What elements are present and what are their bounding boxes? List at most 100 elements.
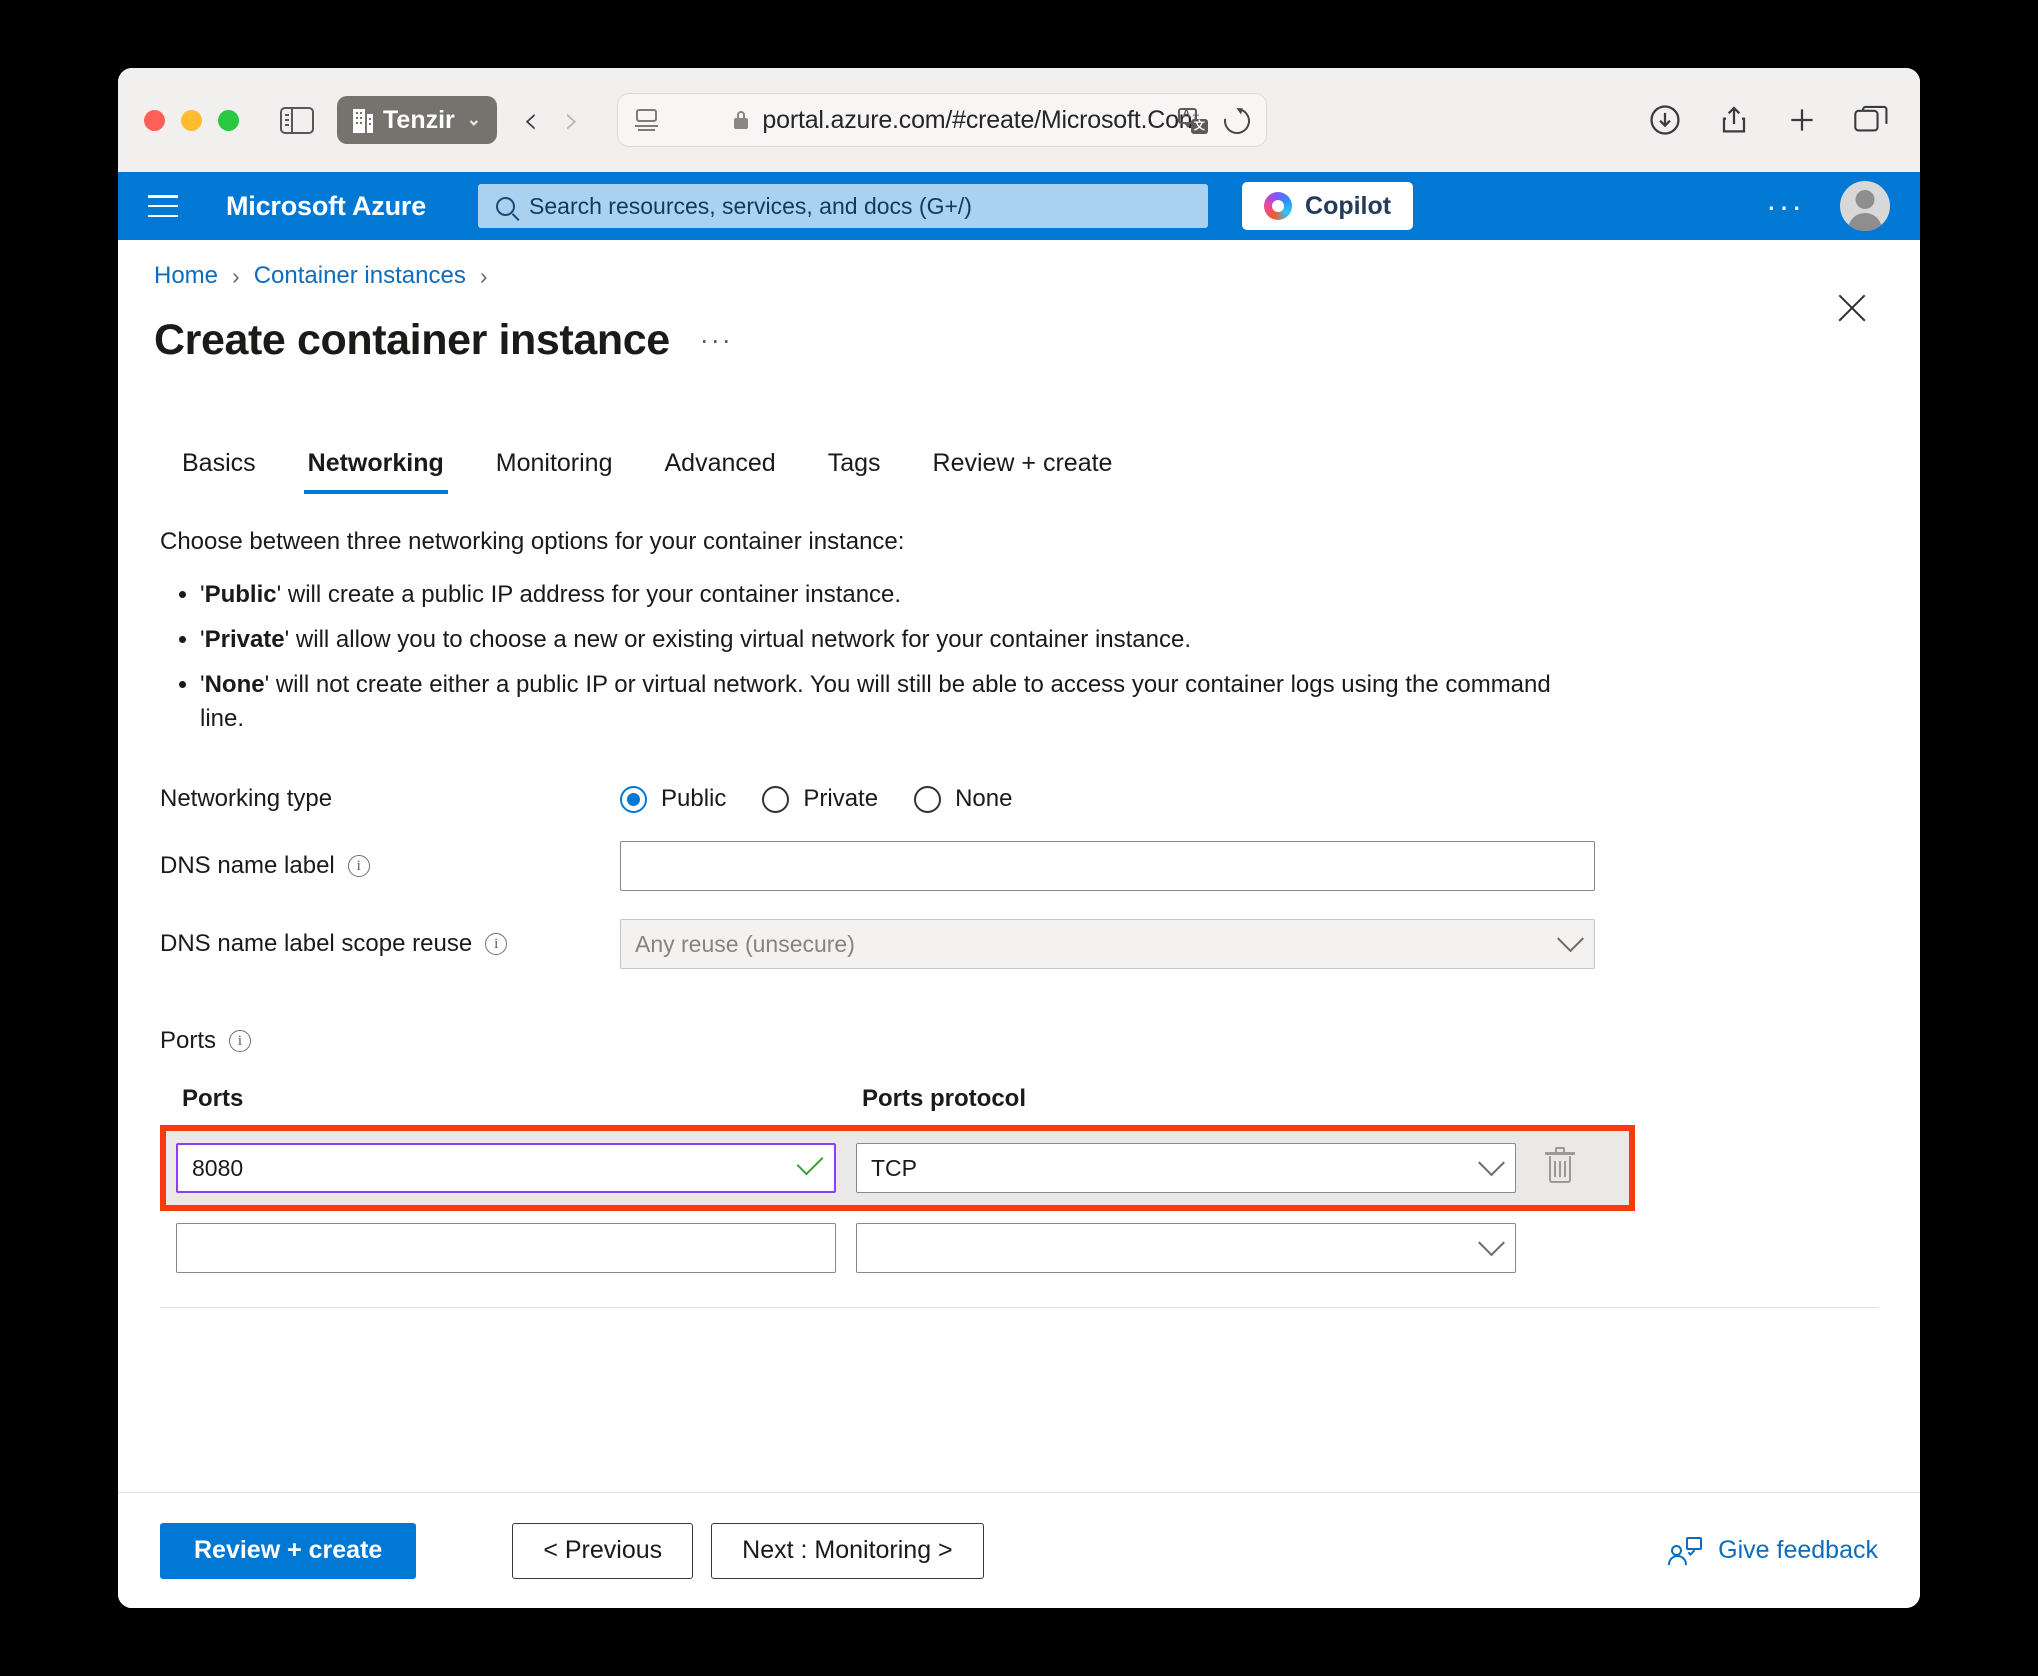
translate-icon[interactable]: A文 <box>1178 108 1209 134</box>
minimize-window-button[interactable] <box>181 109 202 131</box>
info-icon[interactable]: i <box>347 855 370 878</box>
column-header-ports-protocol: Ports protocol <box>862 1085 1027 1113</box>
download-icon[interactable] <box>1648 103 1682 137</box>
breadcrumb-item-home[interactable]: Home <box>154 262 218 290</box>
ports-row-highlight-box: TCP <box>160 1125 1635 1212</box>
copilot-button[interactable]: Copilot <box>1242 182 1414 230</box>
dns-scope-reuse-value: Any reuse (unsecure) <box>635 930 855 957</box>
radio-private[interactable] <box>762 785 790 813</box>
list-item: 'Public' will create a public IP address… <box>200 578 1570 612</box>
window-controls <box>144 109 239 131</box>
browser-toolbar: Tenzir ⌄ ‹ › portal.azure.com/#create/Mi… <box>118 68 1920 172</box>
delete-port-button-0[interactable] <box>1530 1147 1590 1184</box>
intro-text: Choose between three networking options … <box>160 528 905 555</box>
divider <box>160 1307 1878 1309</box>
previous-button[interactable]: < Previous <box>512 1522 694 1579</box>
lock-icon <box>734 111 749 129</box>
feedback-icon <box>1668 1536 1703 1565</box>
table-row: TCP <box>166 1131 1629 1206</box>
ports-section: Ports i Ports Ports protocol TCP <box>118 997 1920 1309</box>
give-feedback-label: Give feedback <box>1718 1536 1878 1564</box>
back-button[interactable]: ‹ <box>523 101 538 139</box>
chevron-down-icon <box>1557 925 1584 953</box>
avatar[interactable] <box>1840 181 1890 231</box>
port-protocol-select-0[interactable]: TCP <box>856 1143 1516 1194</box>
radio-option-private[interactable]: Private <box>762 785 878 813</box>
networking-type-row: Networking type Public Private None <box>160 785 1920 813</box>
tab-basics[interactable]: Basics <box>160 449 282 494</box>
dns-name-label-input[interactable] <box>620 841 1595 892</box>
ports-table-header: Ports Ports protocol <box>160 1085 1920 1113</box>
tab-advanced[interactable]: Advanced <box>639 449 802 494</box>
tab-monitoring[interactable]: Monitoring <box>470 449 639 494</box>
chevron-down-icon <box>1478 1229 1505 1257</box>
url-text: portal.azure.com/#create/Microsoft.Cont <box>762 105 1199 134</box>
blade-content: Home › Container instances › Create cont… <box>118 240 1920 1608</box>
review-create-button[interactable]: Review + create <box>160 1522 417 1579</box>
port-input-wrapper <box>176 1143 836 1194</box>
radio-none[interactable] <box>914 785 942 813</box>
port-protocol-value-0: TCP <box>871 1154 917 1181</box>
column-header-ports: Ports <box>182 1085 244 1113</box>
chevron-down-icon <box>1478 1149 1505 1177</box>
maximize-window-button[interactable] <box>218 109 239 131</box>
menu-icon[interactable] <box>148 195 178 217</box>
dns-scope-reuse-select[interactable]: Any reuse (unsecure) <box>620 919 1595 970</box>
chevron-down-icon: ⌄ <box>466 110 482 129</box>
header-more-button[interactable]: ··· <box>1766 190 1804 222</box>
azure-top-bar: Microsoft Azure Search resources, servic… <box>118 172 1920 240</box>
port-protocol-select-1[interactable] <box>856 1223 1516 1274</box>
breadcrumb-item-container-instances[interactable]: Container instances <box>254 262 466 290</box>
port-input-0[interactable] <box>176 1143 836 1194</box>
reload-icon[interactable] <box>1219 102 1256 140</box>
dns-scope-reuse-row: DNS name label scope reuse i Any reuse (… <box>160 919 1920 970</box>
tab-overview-icon[interactable] <box>1854 105 1888 135</box>
browser-profile-label: Tenzir <box>383 105 455 134</box>
browser-window: Tenzir ⌄ ‹ › portal.azure.com/#create/Mi… <box>118 68 1920 1608</box>
azure-brand-label[interactable]: Microsoft Azure <box>226 191 426 222</box>
page-more-button[interactable]: ··· <box>700 327 733 354</box>
tab-tags[interactable]: Tags <box>802 449 907 494</box>
dns-name-label-row: DNS name label i <box>160 841 1920 892</box>
next-monitoring-button[interactable]: Next : Monitoring > <box>711 1522 984 1579</box>
radio-private-label: Private <box>803 785 879 813</box>
close-blade-button[interactable] <box>1834 290 1870 326</box>
forward-button[interactable]: › <box>564 101 579 139</box>
copilot-label: Copilot <box>1305 191 1392 220</box>
new-tab-button[interactable] <box>1786 104 1818 136</box>
dns-scope-reuse-label: DNS name label scope reuse i <box>160 930 620 958</box>
give-feedback-link[interactable]: Give feedback <box>1668 1536 1878 1565</box>
header-actions: ··· <box>1766 181 1890 231</box>
breadcrumb-separator: › <box>479 262 488 289</box>
copilot-icon <box>1264 192 1293 220</box>
radio-public[interactable] <box>620 785 647 813</box>
networking-form: Networking type Public Private None DNS … <box>118 747 1920 970</box>
tab-review-create[interactable]: Review + create <box>907 449 1139 494</box>
search-icon <box>496 196 516 216</box>
global-search-input[interactable]: Search resources, services, and docs (G+… <box>478 184 1209 228</box>
toolbar-actions <box>1648 103 1894 137</box>
wizard-footer: Review + create < Previous Next : Monito… <box>118 1492 1920 1608</box>
tab-networking[interactable]: Networking <box>282 449 470 494</box>
reader-view-icon[interactable] <box>634 109 660 131</box>
browser-profile-button[interactable]: Tenzir ⌄ <box>337 96 498 144</box>
share-icon[interactable] <box>1718 103 1750 137</box>
radio-option-public[interactable]: Public <box>620 785 726 813</box>
sidebar-toggle-icon[interactable] <box>277 103 317 137</box>
trash-icon <box>1545 1147 1575 1184</box>
ports-section-label: Ports i <box>160 1027 1920 1055</box>
close-window-button[interactable] <box>144 109 165 131</box>
networking-type-radio-group: Public Private None <box>620 785 1012 813</box>
info-icon[interactable]: i <box>229 1030 252 1053</box>
radio-none-label: None <box>955 785 1013 813</box>
info-icon[interactable]: i <box>485 933 508 956</box>
nav-arrows: ‹ › <box>523 101 579 139</box>
dns-name-label-label: DNS name label i <box>160 852 620 880</box>
page-title: Create container instance <box>154 316 670 364</box>
list-item: 'Private' will allow you to choose a new… <box>200 623 1570 657</box>
radio-public-label: Public <box>661 785 727 813</box>
port-input-1[interactable] <box>176 1223 836 1274</box>
radio-option-none[interactable]: None <box>914 785 1012 813</box>
breadcrumb: Home › Container instances › <box>118 240 1920 290</box>
address-bar[interactable]: portal.azure.com/#create/Microsoft.Cont … <box>617 93 1268 147</box>
